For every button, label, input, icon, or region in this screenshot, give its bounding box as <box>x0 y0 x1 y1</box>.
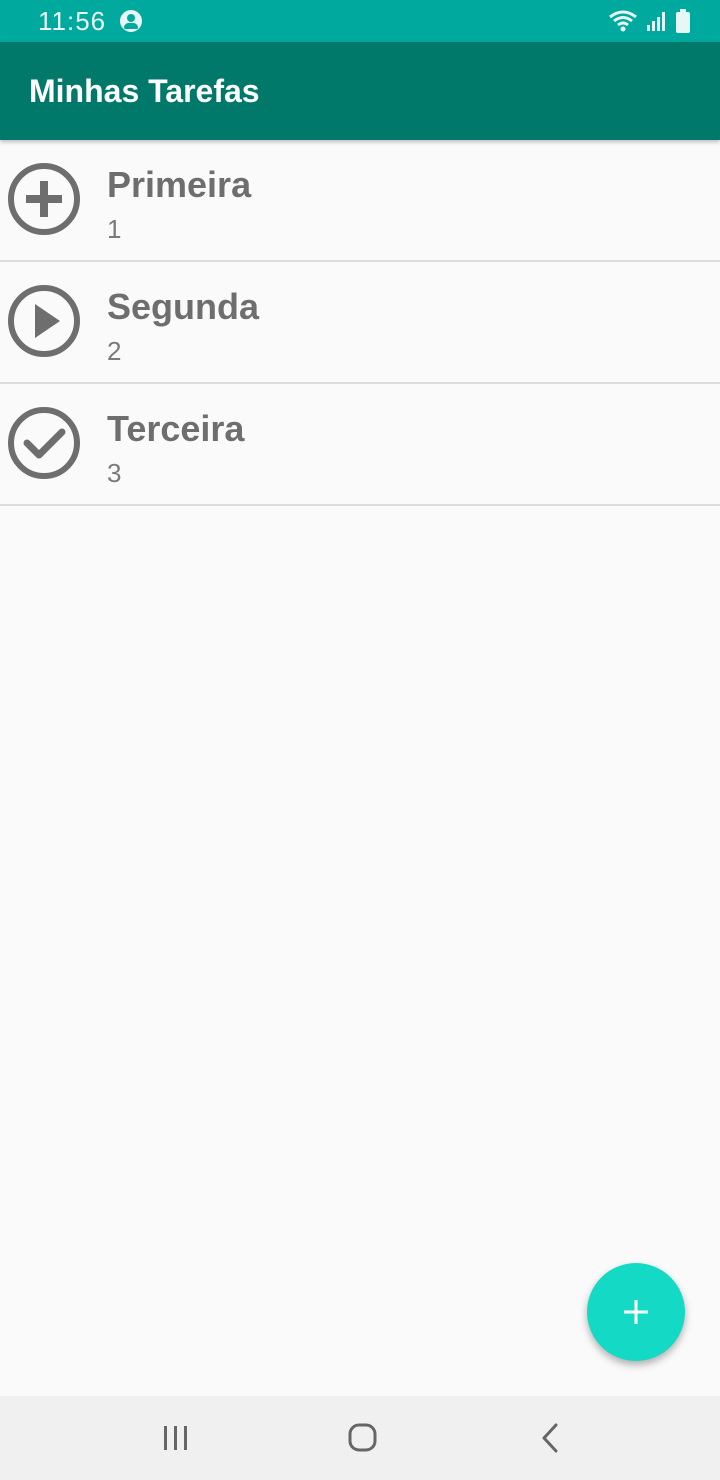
status-bar: 11:56 <box>0 0 720 42</box>
wifi-icon <box>609 10 637 32</box>
status-time: 11:56 <box>38 5 107 36</box>
page-title: Minhas Tarefas <box>29 72 260 109</box>
plus-icon <box>624 1300 648 1324</box>
navigation-bar <box>0 1396 720 1480</box>
recent-apps-icon[interactable] <box>156 1418 196 1458</box>
back-icon[interactable] <box>530 1418 570 1458</box>
list-item[interactable]: Segunda 2 <box>0 262 720 384</box>
battery-icon <box>676 9 690 33</box>
task-title: Segunda <box>107 286 260 327</box>
task-title: Primeira <box>107 164 252 205</box>
list-item[interactable]: Primeira 1 <box>0 140 720 262</box>
add-circle-icon <box>8 163 80 235</box>
signal-icon <box>647 12 665 31</box>
task-title: Terceira <box>107 408 245 449</box>
home-icon[interactable] <box>342 1418 382 1458</box>
account-circle-icon <box>120 10 143 32</box>
task-list: Primeira 1 Segunda 2 Terceira 3 <box>0 140 720 506</box>
app-bar: Minhas Tarefas <box>0 42 720 140</box>
add-task-button[interactable] <box>587 1263 685 1361</box>
status-icons <box>608 9 690 33</box>
play-circle-icon <box>8 285 80 357</box>
check-circle-icon <box>8 407 80 479</box>
task-subtitle: 1 <box>107 214 122 244</box>
task-subtitle: 2 <box>107 336 122 366</box>
list-item[interactable]: Terceira 3 <box>0 384 720 506</box>
task-subtitle: 3 <box>107 458 122 488</box>
